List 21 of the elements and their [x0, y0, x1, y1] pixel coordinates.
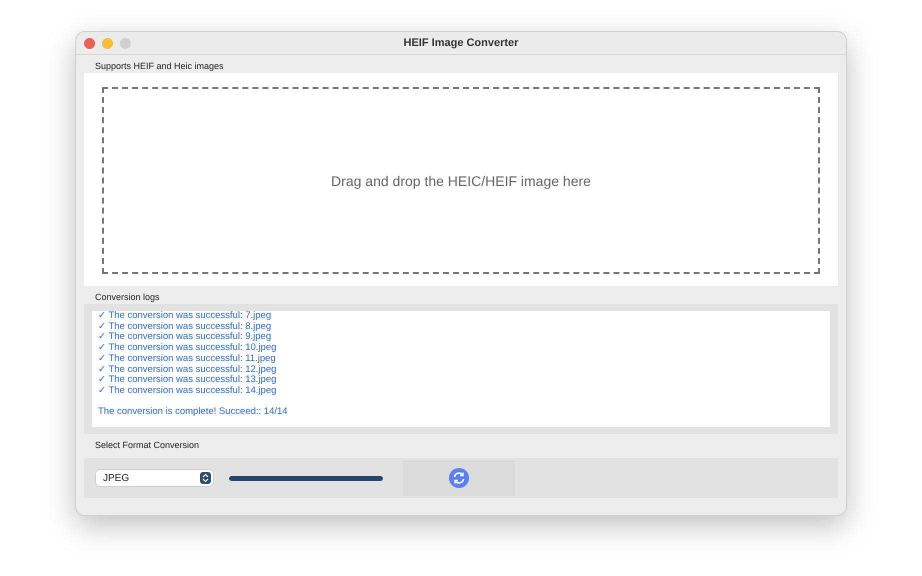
minimize-button[interactable]: [102, 38, 113, 48]
log-line: ✓ The conversion was successful: 11.jpeg: [98, 354, 277, 365]
log-line: ✓ The conversion was successful: 10.jpeg: [98, 343, 278, 354]
drop-zone[interactable]: Drag and drop the HEIC/HEIF image here: [102, 87, 820, 274]
section-label: Select Format Conversion: [94, 439, 200, 452]
log-line: ✓ The conversion was successful: 12.jpeg: [98, 364, 278, 375]
close-button[interactable]: [84, 38, 95, 48]
section-label: Supports HEIF and Heic images: [94, 60, 225, 73]
log-summary: The conversion is complete! Succeed:: 14/14: [98, 406, 289, 418]
refresh-icon: [449, 468, 469, 488]
log-line: ✓ The conversion was successful: 14.jpeg: [98, 386, 278, 397]
log-line: ✓ The conversion was successful: 7.jpeg: [98, 311, 272, 322]
drop-hint: Drag and drop the HEIC/HEIF image here: [331, 172, 591, 188]
window-title: HEIF Image Converter: [404, 37, 518, 49]
section-label: Conversion logs: [94, 291, 161, 304]
stepper-icon: [200, 472, 211, 484]
log-line: ✓ The conversion was successful: 9.jpeg: [98, 332, 272, 343]
convert-button[interactable]: [403, 460, 515, 496]
log-line: ✓ The conversion was successful: 8.jpeg: [98, 322, 272, 332]
log-line: ✓ The conversion was successful: 13.jpeg: [98, 375, 278, 386]
format-dropdown[interactable]: JPEG: [96, 470, 213, 486]
